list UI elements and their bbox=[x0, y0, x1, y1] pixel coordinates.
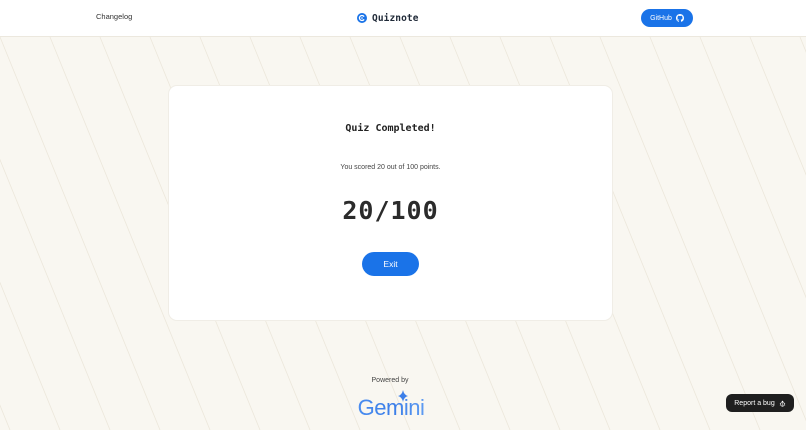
github-icon bbox=[675, 14, 684, 22]
brand-name: Quiznote bbox=[372, 12, 419, 24]
background-line bbox=[799, 37, 806, 53]
github-button-label: GitHub bbox=[650, 14, 672, 22]
report-bug-button[interactable]: Report a bug bbox=[726, 394, 794, 412]
result-message: You scored 20 out of 100 points. bbox=[340, 164, 441, 171]
github-button[interactable]: GitHub bbox=[641, 9, 693, 27]
background-line bbox=[599, 37, 761, 430]
background-line bbox=[0, 37, 161, 430]
background-line bbox=[0, 404, 11, 430]
powered-by-label: Powered by bbox=[371, 377, 409, 384]
gemini-logo: Gemini bbox=[358, 390, 425, 417]
report-bug-label: Report a bug bbox=[734, 399, 775, 407]
result-card: Quiz Completed! You scored 20 out of 100… bbox=[169, 86, 612, 320]
changelog-link[interactable]: Changelog bbox=[96, 12, 132, 21]
background-line bbox=[0, 158, 111, 430]
background-line bbox=[649, 37, 806, 422]
exit-button[interactable]: Exit bbox=[362, 252, 419, 276]
quiznote-logo-icon bbox=[357, 13, 367, 23]
top-header: Changelog Quiznote GitHub bbox=[0, 0, 806, 37]
score-display: 20/100 bbox=[342, 196, 439, 225]
background-line bbox=[699, 37, 806, 299]
bug-icon bbox=[779, 400, 785, 407]
gemini-wordmark: Gemini bbox=[358, 395, 425, 417]
brand[interactable]: Quiznote bbox=[357, 11, 419, 25]
result-title: Quiz Completed! bbox=[345, 123, 436, 134]
background-line bbox=[749, 37, 806, 176]
